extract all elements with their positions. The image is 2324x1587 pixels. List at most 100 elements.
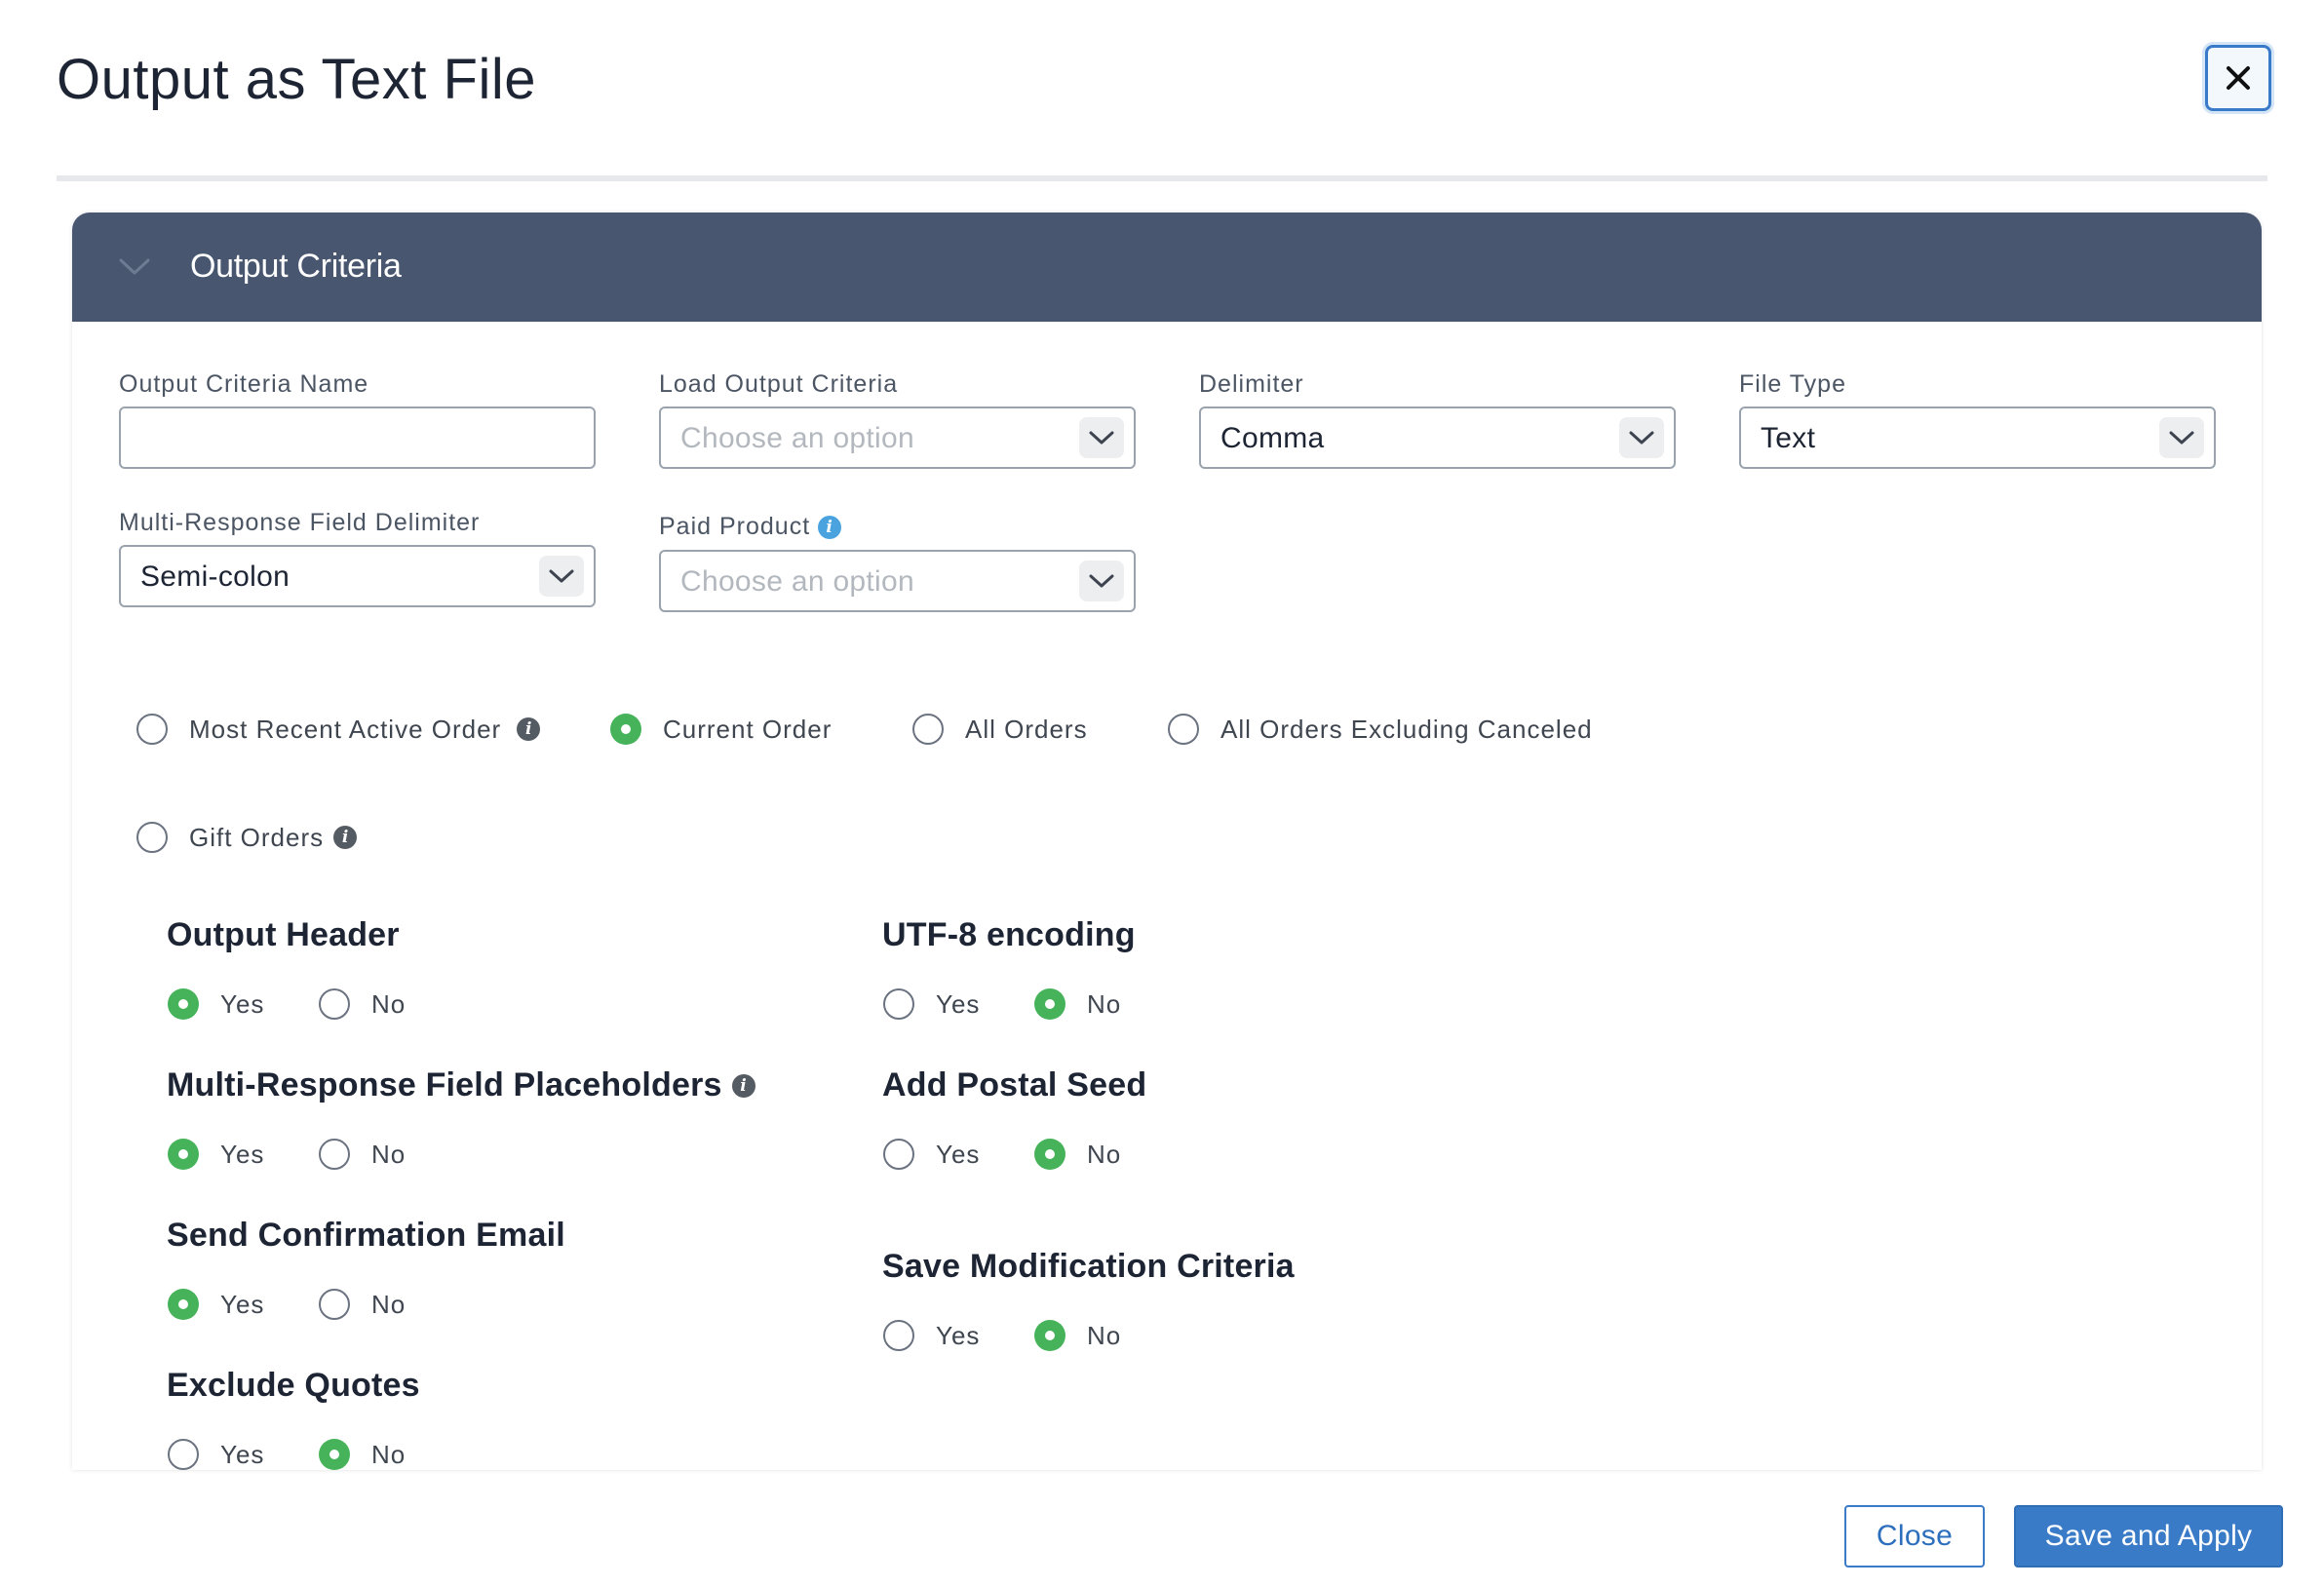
- radio-most-recent-active-order[interactable]: Most Recent Active Order i: [136, 714, 541, 745]
- radio-button[interactable]: [883, 1320, 914, 1351]
- radio-button[interactable]: [168, 988, 199, 1020]
- file-type-value: Text: [1761, 422, 1816, 454]
- radio-label: All Orders Excluding Canceled: [1220, 714, 1593, 744]
- radio-button[interactable]: [319, 1289, 350, 1320]
- paid-product-value: Choose an option: [680, 565, 914, 598]
- output-header-title: Output Header: [167, 916, 400, 953]
- radio-label: Most Recent Active Order: [189, 714, 502, 744]
- info-icon[interactable]: i: [818, 516, 842, 540]
- output-header-yes[interactable]: Yes: [168, 988, 264, 1020]
- radio-label: Yes: [220, 1289, 265, 1319]
- radio-button[interactable]: [883, 988, 914, 1020]
- info-icon[interactable]: i: [517, 717, 541, 741]
- radio-button[interactable]: [1034, 1139, 1065, 1170]
- multi-response-delimiter-select[interactable]: Semi-colon: [119, 545, 596, 607]
- utf8-encoding-yes[interactable]: Yes: [883, 988, 980, 1020]
- radio-button[interactable]: [883, 1139, 914, 1170]
- radio-label: No: [371, 988, 407, 1019]
- file-type-select[interactable]: Text: [1739, 406, 2216, 469]
- chevron-down-icon: [1079, 417, 1124, 458]
- save-modification-criteria-no[interactable]: No: [1034, 1320, 1121, 1351]
- radio-button[interactable]: [1034, 1320, 1065, 1351]
- panel-title: Output Criteria: [190, 248, 402, 285]
- chevron-down-icon: [1619, 417, 1664, 458]
- chevron-down-icon: [2159, 417, 2204, 458]
- radio-current-order[interactable]: Current Order: [610, 714, 832, 745]
- radio-button[interactable]: [168, 1439, 199, 1470]
- send-confirmation-email-yes[interactable]: Yes: [168, 1289, 264, 1320]
- save-modification-criteria-title: Save Modification Criteria: [882, 1248, 1295, 1285]
- radio-label: No: [1087, 1320, 1122, 1350]
- multi-response-delimiter-label: Multi-Response Field Delimiter: [119, 509, 481, 536]
- paid-product-label: Paid Product: [659, 513, 811, 540]
- radio-button[interactable]: [168, 1289, 199, 1320]
- exclude-quotes-no[interactable]: No: [319, 1439, 406, 1470]
- add-postal-seed-yes[interactable]: Yes: [883, 1139, 980, 1170]
- close-icon: [2227, 66, 2250, 90]
- radio-button[interactable]: [319, 1139, 350, 1170]
- radio-label: Gift Orders: [189, 822, 325, 852]
- radio-all-orders-excluding-canceled[interactable]: All Orders Excluding Canceled: [1168, 714, 1593, 745]
- radio-label: Current Order: [663, 714, 833, 744]
- multi-response-delimiter-value: Semi-colon: [140, 561, 290, 593]
- radio-label: All Orders: [965, 714, 1088, 744]
- radio-gift-orders[interactable]: Gift Orders i: [136, 822, 358, 853]
- radio-button[interactable]: [319, 1439, 350, 1470]
- file-type-label: File Type: [1739, 370, 1846, 398]
- radio-button[interactable]: [912, 714, 944, 745]
- radio-label: Yes: [936, 1320, 981, 1350]
- delimiter-value: Comma: [1220, 422, 1325, 454]
- radio-all-orders[interactable]: All Orders: [912, 714, 1088, 745]
- radio-label: No: [371, 1139, 407, 1169]
- modal-title: Output as Text File: [57, 48, 536, 111]
- radio-label: No: [1087, 988, 1122, 1019]
- chevron-down-icon: [539, 556, 584, 597]
- info-icon[interactable]: i: [333, 826, 358, 849]
- paid-product-select[interactable]: Choose an option: [659, 550, 1136, 612]
- utf8-encoding-title: UTF-8 encoding: [882, 916, 1136, 953]
- output-criteria-panel-header[interactable]: Output Criteria: [72, 213, 2262, 322]
- output-text-file-modal: Output as Text File Output Criteria Outp…: [0, 0, 2324, 1587]
- info-icon[interactable]: i: [731, 1073, 755, 1098]
- close-button[interactable]: Close: [1844, 1505, 1985, 1568]
- load-output-criteria-value: Choose an option: [680, 422, 914, 454]
- exclude-quotes-title: Exclude Quotes: [167, 1367, 420, 1404]
- save-and-apply-button[interactable]: Save and Apply: [2014, 1505, 2283, 1568]
- radio-button[interactable]: [1168, 714, 1199, 745]
- radio-label: Yes: [220, 1439, 265, 1469]
- delimiter-label: Delimiter: [1199, 370, 1304, 398]
- output-criteria-name-label: Output Criteria Name: [119, 370, 369, 398]
- exclude-quotes-yes[interactable]: Yes: [168, 1439, 264, 1470]
- modal-close-button[interactable]: [2205, 45, 2271, 111]
- radio-button[interactable]: [610, 714, 641, 745]
- radio-button[interactable]: [136, 822, 168, 853]
- radio-button[interactable]: [319, 988, 350, 1020]
- send-confirmation-email-title: Send Confirmation Email: [167, 1217, 565, 1254]
- radio-label: Yes: [936, 988, 981, 1019]
- radio-button[interactable]: [136, 714, 168, 745]
- multi-response-placeholders-title-row: Multi-Response Field Placeholders i: [167, 1066, 755, 1104]
- radio-label: Yes: [220, 1139, 265, 1169]
- add-postal-seed-title: Add Postal Seed: [882, 1066, 1147, 1103]
- radio-label: Yes: [936, 1139, 981, 1169]
- output-header-no[interactable]: No: [319, 988, 406, 1020]
- radio-label: Yes: [220, 988, 265, 1019]
- load-output-criteria-select[interactable]: Choose an option: [659, 406, 1136, 469]
- radio-label: No: [1087, 1139, 1122, 1169]
- save-modification-criteria-yes[interactable]: Yes: [883, 1320, 980, 1351]
- load-output-criteria-label: Load Output Criteria: [659, 370, 899, 398]
- paid-product-label-row: Paid Product i: [659, 513, 842, 541]
- utf8-encoding-no[interactable]: No: [1034, 988, 1121, 1020]
- output-criteria-name-input[interactable]: [119, 406, 596, 469]
- radio-button[interactable]: [168, 1139, 199, 1170]
- modal-header: Output as Text File: [57, 0, 2271, 181]
- add-postal-seed-no[interactable]: No: [1034, 1139, 1121, 1170]
- chevron-down-icon: [119, 258, 150, 275]
- output-criteria-panel: Output Criteria Output Criteria Name Loa…: [72, 213, 2262, 1470]
- multi-response-placeholders-yes[interactable]: Yes: [168, 1139, 264, 1170]
- multi-response-placeholders-no[interactable]: No: [319, 1139, 406, 1170]
- radio-label: No: [371, 1439, 407, 1469]
- delimiter-select[interactable]: Comma: [1199, 406, 1676, 469]
- send-confirmation-email-no[interactable]: No: [319, 1289, 406, 1320]
- radio-button[interactable]: [1034, 988, 1065, 1020]
